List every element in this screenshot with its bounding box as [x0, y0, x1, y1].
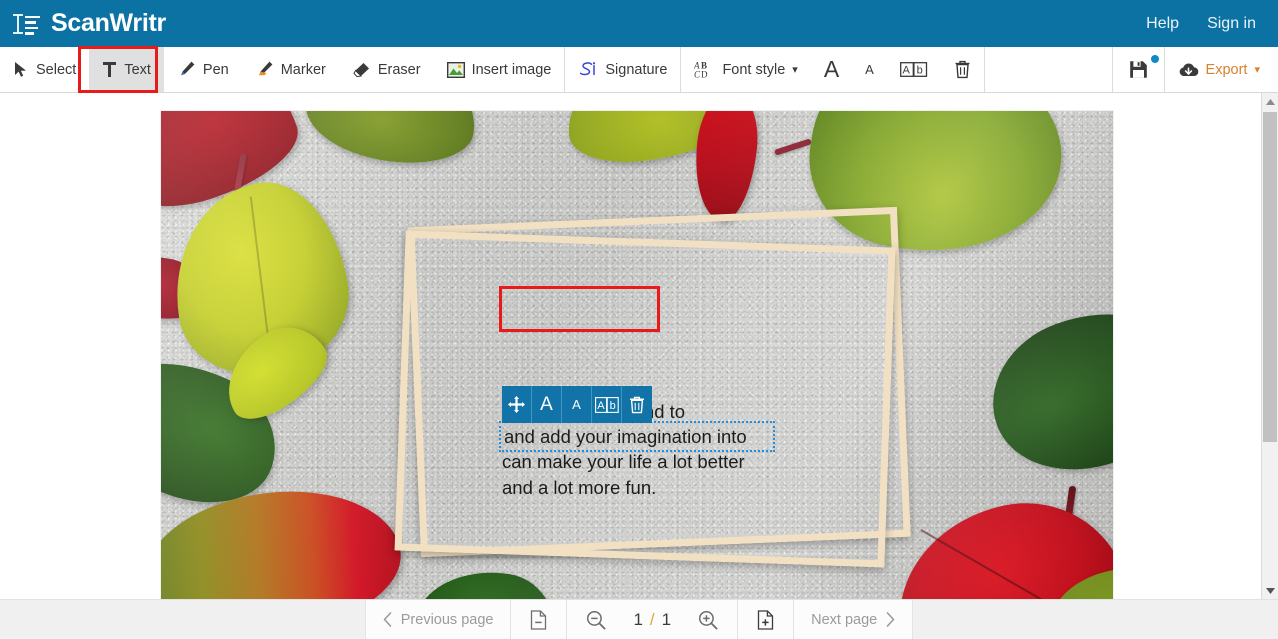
export-button[interactable]: Export ▾ — [1165, 47, 1278, 92]
svg-text:b: b — [916, 65, 922, 77]
scanwritr-app: ScanWritr Help Sign in Select Text Pen M… — [0, 0, 1278, 639]
logo-text-lines — [25, 15, 40, 38]
previous-page-button[interactable]: Previous page — [366, 600, 511, 639]
zoom-in-icon[interactable] — [679, 600, 737, 639]
text-box-ab-icon: A b — [899, 60, 928, 79]
help-link[interactable]: Help — [1146, 15, 1179, 33]
page-separator: / — [649, 609, 655, 629]
scroll-thumb[interactable] — [1263, 112, 1277, 442]
text-line-2[interactable]: and add your imagination into — [499, 421, 775, 453]
tool-insert-image[interactable]: Insert image — [434, 47, 565, 92]
marker-icon — [255, 60, 274, 79]
document-canvas-area[interactable]: you open your mind to and add your imagi… — [0, 93, 1261, 599]
tool-insert-image-label: Insert image — [471, 61, 552, 78]
text-cursor-lines-icon — [10, 12, 44, 36]
total-page-number: 1 — [661, 609, 672, 629]
tool-font-style[interactable]: A B C D Font style ▾ — [681, 47, 810, 92]
chevron-left-icon — [383, 612, 392, 627]
svg-text:b: b — [609, 400, 615, 412]
font-size-large-icon[interactable]: A — [532, 386, 562, 423]
text-line-4[interactable]: and a lot more fun. — [502, 475, 772, 500]
image-icon — [446, 61, 465, 78]
next-page-label: Next page — [811, 611, 878, 628]
tool-signature-label: Signature — [605, 61, 668, 78]
signin-link[interactable]: Sign in — [1207, 15, 1256, 33]
move-arrows-icon[interactable] — [502, 386, 532, 423]
tool-text-label: Text — [124, 61, 151, 78]
chevron-down-icon: ▾ — [792, 64, 798, 76]
text-t-icon — [102, 61, 117, 78]
brand-title: ScanWritr — [51, 9, 166, 37]
font-size-small-icon: A — [865, 62, 874, 77]
scroll-up-arrow-icon[interactable] — [1262, 93, 1278, 110]
svg-text:A: A — [597, 400, 605, 412]
current-page-number: 1 — [633, 609, 643, 629]
tool-eraser-label: Eraser — [377, 61, 421, 78]
main-toolbar: Select Text Pen Marker Eraser Insert ima… — [0, 47, 1278, 93]
document-page[interactable]: you open your mind to and add your imagi… — [161, 111, 1113, 599]
tool-select[interactable]: Select — [0, 47, 89, 92]
font-size-small-icon[interactable]: A — [562, 386, 592, 423]
text-box-toggle-button[interactable]: A b — [887, 47, 941, 92]
tool-marker-label: Marker — [280, 61, 326, 78]
decrease-font-size-button[interactable]: A — [852, 47, 887, 92]
tool-eraser[interactable]: Eraser — [339, 47, 434, 92]
font-size-large-icon: A — [823, 56, 840, 82]
delete-object-button[interactable] — [941, 47, 984, 92]
vertical-scrollbar[interactable] — [1261, 93, 1278, 599]
tool-font-style-label: Font style — [722, 61, 786, 78]
app-header: ScanWritr Help Sign in — [0, 0, 1278, 47]
brand-logo[interactable]: ScanWritr — [10, 11, 166, 36]
tool-text[interactable]: Text — [89, 47, 164, 92]
save-button[interactable] — [1113, 47, 1164, 92]
page-counter[interactable]: 1 / 1 — [625, 600, 679, 639]
font-style-abcd-icon: A B C D — [694, 60, 715, 80]
tool-pen-label: Pen — [202, 61, 229, 78]
tool-select-label: Select — [36, 61, 77, 78]
zoom-out-icon[interactable] — [567, 600, 625, 639]
chevron-right-icon — [886, 612, 895, 627]
text-object-float-toolbar: A A A b — [502, 386, 652, 423]
svg-text:D: D — [701, 70, 708, 80]
svg-text:C: C — [694, 70, 701, 80]
page-nav-center: Previous page 1 / 1 Next page — [364, 600, 914, 639]
pen-icon — [177, 60, 196, 79]
trash-icon — [954, 60, 971, 79]
save-floppy-icon — [1129, 60, 1148, 79]
unsaved-changes-dot — [1150, 55, 1159, 63]
tool-pen[interactable]: Pen — [164, 47, 242, 92]
trash-icon[interactable] — [622, 386, 652, 423]
scroll-down-arrow-icon[interactable] — [1262, 582, 1278, 599]
header-actions: Help Sign in — [1146, 15, 1256, 33]
export-label: Export — [1205, 61, 1248, 78]
signature-icon — [578, 61, 598, 79]
previous-page-label: Previous page — [400, 611, 494, 628]
page-photo-leaves — [161, 111, 1113, 599]
text-line-3[interactable]: can make your life a lot better — [502, 449, 772, 474]
increase-font-size-button[interactable]: A — [811, 47, 852, 92]
text-box-ab-icon[interactable]: A b — [592, 386, 622, 423]
ibeam-glyph — [13, 13, 23, 34]
svg-text:A: A — [902, 65, 910, 77]
cursor-arrow-icon — [13, 61, 29, 78]
next-page-button[interactable]: Next page — [794, 600, 912, 639]
page-navigation-bar: Previous page 1 / 1 Next page — [0, 599, 1278, 639]
tool-signature[interactable]: Signature — [565, 47, 680, 92]
chevron-down-icon-export: ▾ — [1254, 64, 1260, 76]
page-remove-icon[interactable] — [511, 600, 566, 639]
tool-marker[interactable]: Marker — [242, 47, 339, 92]
cloud-download-icon — [1178, 62, 1199, 78]
page-add-icon[interactable] — [738, 600, 793, 639]
eraser-icon — [352, 61, 371, 79]
